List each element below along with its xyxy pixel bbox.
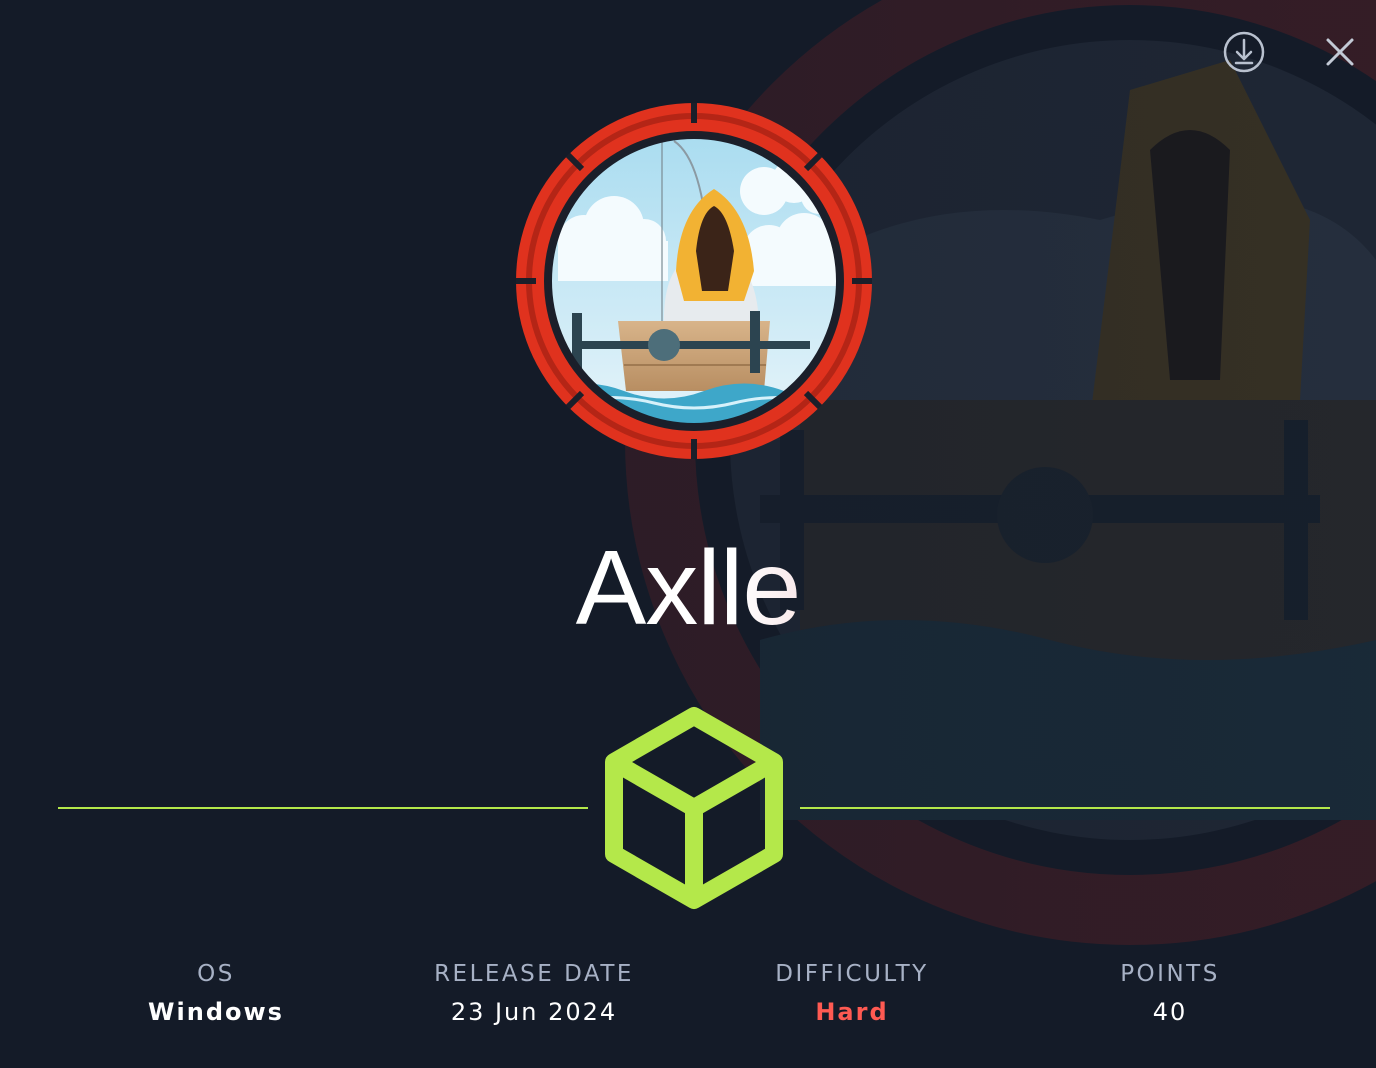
- points-value: 40: [1152, 998, 1188, 1026]
- divider-right: [800, 807, 1330, 809]
- machine-name: Axlle: [388, 528, 988, 648]
- download-circle-icon: [1223, 31, 1265, 73]
- divider-left: [58, 807, 588, 809]
- difficulty-value: Hard: [815, 998, 889, 1026]
- os-label: OS: [197, 961, 235, 987]
- download-button[interactable]: [1216, 24, 1272, 80]
- stat-os: OS Windows: [86, 958, 346, 1028]
- points-label: POINTS: [1120, 961, 1220, 987]
- close-icon: [1326, 38, 1354, 66]
- stat-difficulty: DIFFICULTY Hard: [722, 958, 982, 1028]
- stat-release-date: RELEASE DATE 23 Jun 2024: [404, 958, 664, 1028]
- cube-icon: [605, 707, 783, 909]
- machine-avatar: [516, 103, 872, 459]
- close-button[interactable]: [1312, 24, 1368, 80]
- release-date-value: 23 Jun 2024: [450, 998, 618, 1026]
- stat-points: POINTS 40: [1040, 958, 1300, 1028]
- machine-stats: OS Windows RELEASE DATE 23 Jun 2024 DIFF…: [0, 958, 1376, 1038]
- release-date-label: RELEASE DATE: [434, 961, 634, 987]
- difficulty-label: DIFFICULTY: [775, 961, 929, 987]
- os-value: Windows: [148, 998, 284, 1026]
